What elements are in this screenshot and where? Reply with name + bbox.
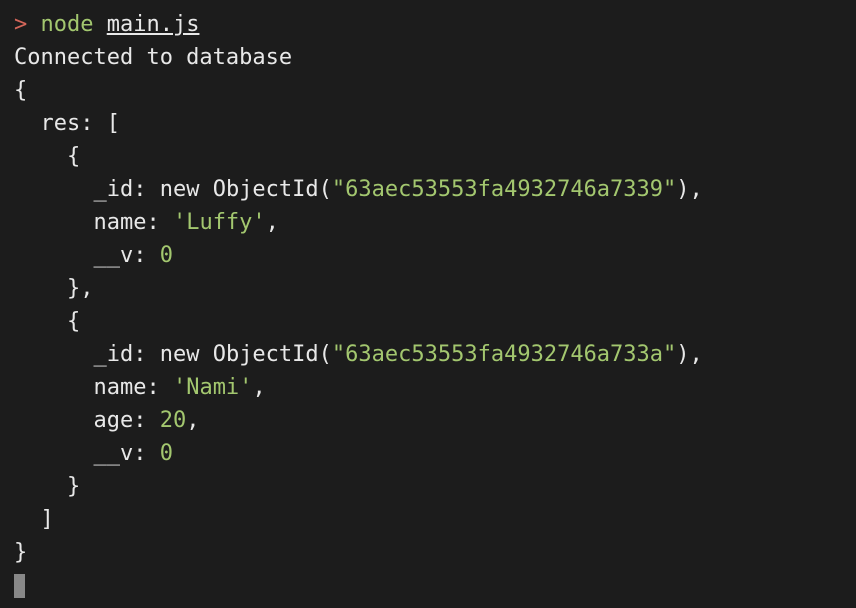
output-obj1-v: __v: 0 — [14, 239, 842, 272]
output-open-brace: { — [14, 74, 842, 107]
output-obj2-id: _id: new ObjectId("63aec53553fa4932746a7… — [14, 338, 842, 371]
command-node: node — [41, 12, 94, 37]
output-close-brace: } — [14, 536, 842, 569]
cursor-icon — [14, 574, 25, 598]
output-obj1-close: }, — [14, 272, 842, 305]
output-obj1-id: _id: new ObjectId("63aec53553fa4932746a7… — [14, 173, 842, 206]
output-obj1-name: name: 'Luffy', — [14, 206, 842, 239]
output-obj2-open: { — [14, 305, 842, 338]
output-obj2-name: name: 'Nami', — [14, 371, 842, 404]
output-connected: Connected to database — [14, 41, 842, 74]
prompt-symbol: > — [14, 12, 27, 37]
output-array-close: ] — [14, 503, 842, 536]
command-file: main.js — [107, 12, 200, 37]
output-obj2-age: age: 20, — [14, 404, 842, 437]
output-obj2-v: __v: 0 — [14, 437, 842, 470]
output-obj1-open: { — [14, 140, 842, 173]
output-obj2-close: } — [14, 470, 842, 503]
cursor-line[interactable] — [14, 569, 842, 602]
command-line: > node main.js — [14, 8, 842, 41]
output-res-label: res: [ — [14, 107, 842, 140]
